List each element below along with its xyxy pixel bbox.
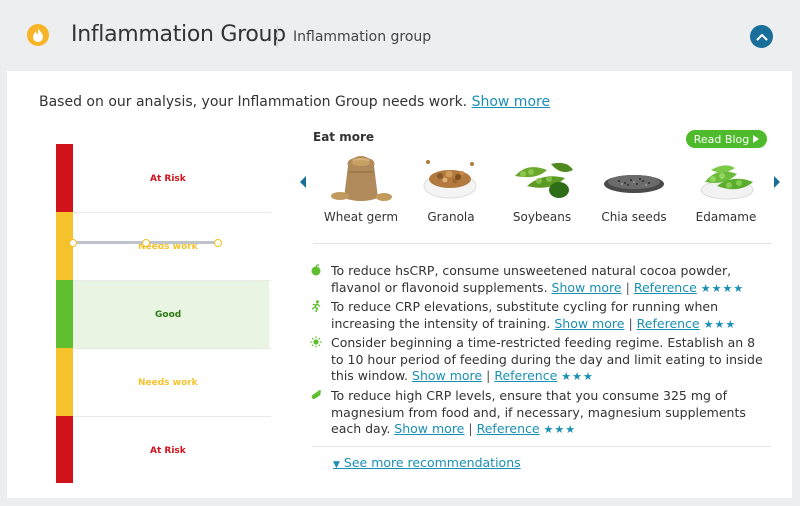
page-title: Inflammation Group: [71, 22, 286, 47]
read-blog-label: Read Blog: [693, 132, 750, 146]
recommendation-show-more-link[interactable]: Show more: [552, 280, 622, 295]
evidence-stars: ★★★★: [700, 281, 745, 295]
zone-divider: [73, 280, 271, 281]
summary-text: Based on our analysis, your Inflammation…: [39, 94, 550, 110]
recommendation-show-more-link[interactable]: Show more: [394, 421, 464, 436]
score-marker-dot: [142, 238, 150, 247]
recommendation-item: To reduce high CRP levels, ensure that y…: [331, 388, 771, 439]
edamame-image: [700, 165, 754, 200]
carousel-next-icon[interactable]: [774, 176, 780, 188]
food-item-soybeans[interactable]: Soybeans: [497, 152, 587, 232]
collapse-button[interactable]: [750, 25, 773, 48]
zone-divider: [73, 348, 271, 349]
zone-label-at-risk: At Risk: [150, 174, 186, 184]
summary-show-more-link[interactable]: Show more: [472, 94, 551, 110]
food-item-edamame[interactable]: Edamame: [681, 152, 771, 232]
recommendation-item: To reduce hsCRP, consume unsweetened nat…: [331, 263, 771, 297]
gauge-segment-good: [56, 280, 73, 348]
separator-pipe: |: [628, 315, 633, 331]
gauge-segment-at-risk-top: [56, 144, 73, 212]
evidence-stars: ★★★: [543, 423, 577, 436]
gauge-segment-at-risk-bottom: [56, 416, 73, 483]
zone-label-needs-work: Needs work: [138, 378, 198, 388]
sun-icon: [310, 336, 322, 348]
soybeans-image: [515, 162, 573, 198]
evidence-stars: ★★★: [561, 370, 594, 383]
carousel-prev-icon[interactable]: [300, 176, 306, 188]
chia-seeds-image: [604, 175, 664, 193]
read-blog-button[interactable]: Read Blog: [686, 130, 767, 148]
food-item-chia-seeds[interactable]: Chia seeds: [589, 152, 679, 232]
gauge-segment-needs-work-bottom: [56, 348, 73, 416]
recommendation-reference-link[interactable]: Reference: [477, 421, 540, 436]
page-subtitle: Inflammation group: [293, 29, 432, 45]
page-header: Inflammation Group Inflammation group: [0, 0, 800, 70]
recommendation-reference-link[interactable]: Reference: [494, 368, 557, 383]
recommendation-reference-link[interactable]: Reference: [634, 280, 697, 295]
recommendation-show-more-link[interactable]: Show more: [412, 368, 482, 383]
see-more-recommendations-link[interactable]: ▼ See more recommendations: [333, 455, 521, 470]
chevron-up-icon: [756, 33, 767, 40]
wheat-germ-image: [331, 156, 392, 201]
apple-icon: [311, 264, 321, 276]
zone-divider: [73, 212, 271, 213]
recommendation-item: Consider beginning a time-restricted fee…: [331, 335, 771, 386]
evidence-stars: ★★★: [703, 317, 737, 331]
running-icon: [311, 300, 321, 312]
food-label: Wheat germ: [323, 210, 399, 224]
recommendation-item: To reduce CRP elevations, substitute cyc…: [331, 299, 771, 333]
header-divider: [277, 25, 278, 48]
separator-pipe: |: [486, 368, 491, 383]
separator-pipe: |: [468, 421, 473, 436]
see-more-label: See more recommendations: [343, 455, 521, 470]
score-marker-dot: [214, 238, 222, 247]
food-label: Chia seeds: [601, 210, 667, 224]
granola-image: [423, 160, 477, 199]
score-marker-dot: [69, 238, 77, 247]
food-item-granola[interactable]: Granola: [406, 152, 496, 232]
food-label: Edamame: [695, 210, 757, 224]
zone-label-at-risk: At Risk: [150, 446, 186, 456]
zone-label-good: Good: [155, 310, 182, 320]
caret-down-icon: ▼: [333, 460, 340, 470]
summary-body: Based on our analysis, your Inflammation…: [39, 94, 472, 110]
separator-pipe: |: [625, 279, 630, 295]
section-divider: [313, 243, 771, 244]
food-label: Soybeans: [512, 210, 572, 224]
recommendation-show-more-link[interactable]: Show more: [554, 316, 624, 331]
food-label: Granola: [427, 210, 475, 224]
section-divider: [313, 446, 771, 447]
flame-icon: [27, 24, 49, 46]
supplement-pill-icon: [311, 390, 321, 400]
eat-more-title: Eat more: [313, 130, 375, 144]
zone-divider: [73, 416, 271, 417]
food-item-wheat-germ[interactable]: Wheat germ: [316, 152, 406, 232]
recommendation-reference-link[interactable]: Reference: [637, 316, 700, 331]
play-arrow-icon: [753, 135, 760, 143]
